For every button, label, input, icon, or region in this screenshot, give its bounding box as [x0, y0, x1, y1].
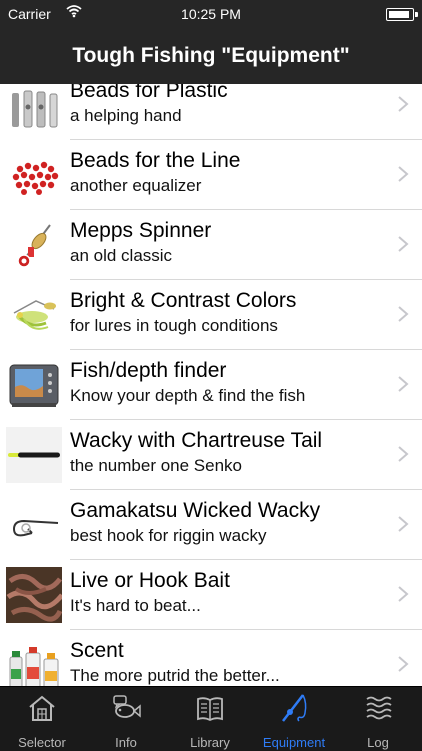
list-item-live-or-hook-bait[interactable]: Live or Hook Bait It's hard to beat...	[0, 560, 422, 630]
list-item-scent[interactable]: Scent The more putrid the better...	[0, 630, 422, 686]
tab-label: Info	[115, 735, 137, 750]
item-title: Gamakatsu Wicked Wacky	[70, 499, 321, 522]
tab-library[interactable]: Library	[168, 687, 252, 751]
scent-bottles-icon	[6, 637, 62, 686]
wacky-hook-icon	[6, 497, 62, 553]
chevron-right-icon	[398, 166, 409, 182]
tab-label: Equipment	[262, 735, 326, 750]
status-time: 10:25 PM	[181, 6, 241, 22]
list-item-beads-for-the-line[interactable]: Beads for the Line another equalizer	[0, 140, 422, 210]
fish-info-icon	[113, 695, 141, 718]
tab-bar: Selector Info Library Equipment Log	[0, 686, 422, 751]
depth-finder-icon	[6, 357, 62, 413]
chevron-right-icon	[398, 96, 409, 112]
list-item-mepps-spinner[interactable]: Mepps Spinner an old classic	[0, 210, 422, 280]
item-subtitle: The more putrid the better...	[70, 666, 280, 685]
status-bar: Carrier 10:25 PM	[0, 0, 422, 28]
item-title: Mepps Spinner	[70, 219, 212, 242]
chevron-right-icon	[398, 656, 409, 672]
item-subtitle: for lures in tough conditions	[70, 316, 278, 335]
chevron-right-icon	[398, 446, 409, 462]
chevron-right-icon	[398, 236, 409, 252]
senko-worm-icon	[6, 427, 62, 483]
battery-icon	[386, 8, 418, 21]
tab-label: Log	[367, 735, 389, 750]
tab-label: Library	[190, 735, 230, 750]
tab-selector[interactable]: Selector	[0, 687, 84, 751]
book-icon	[197, 697, 223, 722]
equipment-list[interactable]: Beads for Plastic a helping hand Beads f…	[0, 84, 422, 686]
tab-label: Selector	[18, 735, 66, 750]
item-title: Live or Hook Bait	[70, 569, 230, 592]
item-subtitle: an old classic	[70, 246, 173, 265]
spinner-lure-icon	[6, 217, 62, 273]
item-subtitle: a helping hand	[70, 106, 182, 125]
red-beads-icon	[6, 147, 62, 203]
item-title: Beads for the Line	[70, 149, 241, 172]
list-item-beads-for-plastic[interactable]: Beads for Plastic a helping hand	[0, 84, 422, 140]
item-subtitle: best hook for riggin wacky	[70, 526, 267, 545]
list-item-gamakatsu-wicked-wacky[interactable]: Gamakatsu Wicked Wacky best hook for rig…	[0, 490, 422, 560]
item-subtitle: another equalizer	[70, 176, 202, 195]
tab-info[interactable]: Info	[84, 687, 168, 751]
tab-equipment[interactable]: Equipment	[252, 687, 336, 751]
chevron-right-icon	[398, 376, 409, 392]
tab-log[interactable]: Log	[336, 687, 420, 751]
house-icon	[29, 695, 55, 721]
item-title: Beads for Plastic	[70, 84, 228, 102]
item-title: Bright & Contrast Colors	[70, 289, 297, 312]
live-worms-icon	[6, 567, 62, 623]
list-item-fish-depth-finder[interactable]: Fish/depth finder Know your depth & find…	[0, 350, 422, 420]
page-title: Tough Fishing "Equipment"	[72, 44, 350, 67]
item-subtitle: Know your depth & find the fish	[70, 386, 306, 405]
item-title: Fish/depth finder	[70, 359, 227, 382]
chevron-right-icon	[398, 306, 409, 322]
item-title: Wacky with Chartreuse Tail	[70, 429, 323, 452]
item-subtitle: the number one Senko	[70, 456, 243, 475]
list-item-wacky-chartreuse-tail[interactable]: Wacky with Chartreuse Tail the number on…	[0, 420, 422, 490]
spinnerbait-icon	[6, 287, 62, 343]
fishing-rod-icon	[282, 694, 307, 722]
chevron-right-icon	[398, 586, 409, 602]
bead-pegs-icon	[6, 84, 62, 133]
item-title: Scent	[70, 639, 124, 662]
list-item-bright-contrast-colors[interactable]: Bright & Contrast Colors for lures in to…	[0, 280, 422, 350]
navigation-bar: Tough Fishing "Equipment"	[0, 28, 422, 84]
log-waves-icon	[366, 696, 392, 720]
item-subtitle: It's hard to beat...	[70, 596, 201, 615]
chevron-right-icon	[398, 516, 409, 532]
